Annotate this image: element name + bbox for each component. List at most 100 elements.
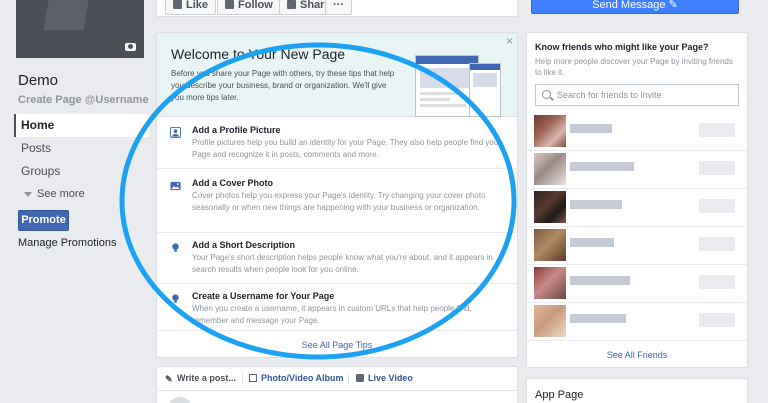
send-message-button[interactable]: Send Message ✎ — [531, 0, 739, 14]
invite-button[interactable] — [699, 237, 735, 251]
thumbs-up-icon — [173, 0, 182, 9]
manage-promotions-link[interactable]: Manage Promotions — [18, 237, 116, 249]
friend-row[interactable] — [527, 303, 747, 341]
preview-image — [420, 68, 474, 88]
tip-description: Profile pictures help you build an ident… — [192, 138, 501, 159]
friend-name-blurred — [570, 238, 614, 247]
avatar — [167, 397, 193, 403]
tip-description: When you create a username, it appears i… — [192, 304, 472, 325]
nav-item-home[interactable]: Home — [14, 114, 149, 137]
like-label: Like — [186, 0, 209, 11]
lightbulb-icon — [172, 243, 179, 252]
friend-row[interactable] — [527, 227, 747, 265]
share-arrow-icon — [287, 0, 296, 9]
friend-name-blurred — [570, 124, 612, 133]
nav-see-more[interactable]: See more — [14, 183, 149, 206]
page-preview-illustration — [407, 43, 517, 117]
write-post-label: Write a post... — [177, 373, 236, 383]
friend-name-blurred — [570, 200, 622, 209]
post-composer: ✎ Write a post... Photo/Video Album Live … — [156, 366, 518, 403]
invite-button[interactable] — [699, 123, 735, 137]
video-camera-icon — [356, 374, 364, 382]
promote-button[interactable]: Promote — [18, 210, 69, 231]
cover-photo-icon — [170, 181, 181, 191]
app-page-card: App Page — [526, 378, 748, 403]
friend-row[interactable] — [527, 113, 747, 151]
follow-button[interactable]: Follow — [217, 0, 281, 15]
tip-description: Your Page's short description helps peop… — [192, 253, 493, 274]
tip-title: Add a Short Description — [192, 240, 296, 250]
friend-name-blurred — [570, 162, 634, 171]
invite-button[interactable] — [699, 275, 735, 289]
welcome-description: Before you share your Page with others, … — [171, 69, 395, 102]
page-title: Demo — [18, 72, 59, 89]
invite-button[interactable] — [699, 161, 735, 175]
friend-search[interactable] — [535, 84, 739, 106]
see-all-friends-link[interactable]: See All Friends — [527, 350, 747, 360]
friend-avatar — [534, 191, 566, 223]
see-more-label: See more — [37, 188, 85, 200]
mobile-preview — [469, 63, 501, 117]
tip-description: Cover photos help you express your Page'… — [192, 191, 486, 212]
tip-title: Add a Cover Photo — [192, 178, 274, 188]
tip-create-username[interactable]: Create a Username for Your Page When you… — [157, 291, 517, 331]
friend-avatar — [534, 229, 566, 261]
photo-icon — [249, 374, 257, 382]
friend-row[interactable] — [527, 265, 747, 303]
photo-video-album-tab[interactable]: Photo/Video Album — [249, 373, 344, 383]
friend-avatar — [534, 305, 566, 337]
more-options-button[interactable]: ··· — [325, 0, 352, 15]
preview-bar — [470, 64, 500, 70]
welcome-title: Welcome to Your New Page — [171, 46, 346, 62]
tip-cover-photo[interactable]: Add a Cover Photo Cover photos help you … — [157, 178, 517, 233]
rss-icon — [225, 0, 234, 9]
friend-row[interactable] — [527, 151, 747, 189]
invite-friends-title: Know friends who might like your Page? — [535, 42, 709, 52]
page-action-bar: Like Follow Share ··· — [156, 0, 518, 17]
tip-title: Create a Username for Your Page — [192, 291, 335, 301]
friend-search-input[interactable] — [557, 88, 733, 102]
nav-item-groups[interactable]: Groups — [14, 160, 149, 183]
see-all-page-tips-link[interactable]: See All Page Tips — [157, 340, 517, 350]
friend-avatar — [534, 267, 566, 299]
live-video-label: Live Video — [368, 373, 413, 383]
invite-friends-card: Know friends who might like your Page? H… — [526, 32, 748, 368]
write-post-tab[interactable]: ✎ Write a post... — [165, 373, 236, 384]
app-page-title: App Page — [535, 389, 584, 401]
photo-video-label: Photo/Video Album — [261, 373, 344, 383]
friend-name-blurred — [570, 314, 626, 323]
profile-picture-icon — [170, 127, 181, 138]
welcome-header: Welcome to Your New Page Before you shar… — [157, 33, 517, 117]
divider — [242, 374, 243, 384]
friend-name-blurred — [570, 276, 630, 285]
page-nav: Home Posts Groups See more — [14, 114, 149, 206]
preview-image — [473, 73, 497, 87]
friend-row[interactable] — [527, 189, 747, 227]
tip-profile-picture[interactable]: Add a Profile Picture Profile pictures h… — [157, 125, 517, 169]
friend-avatar — [534, 153, 566, 185]
invite-friends-description: Help more people discover your Page by i… — [535, 57, 733, 77]
preview-line — [420, 104, 466, 107]
composer-tabs: ✎ Write a post... Photo/Video Album Live … — [157, 367, 517, 391]
tip-title: Add a Profile Picture — [192, 125, 281, 135]
pencil-icon: ✎ — [668, 0, 678, 11]
pencil-icon: ✎ — [165, 374, 173, 384]
preview-line — [420, 98, 450, 101]
camera-icon[interactable] — [125, 43, 136, 51]
page-profile-image[interactable] — [16, 0, 144, 58]
send-message-label: Send Message — [592, 0, 666, 11]
like-button[interactable]: Like — [165, 0, 217, 15]
tip-short-description[interactable]: Add a Short Description Your Page's shor… — [157, 240, 517, 284]
live-video-tab[interactable]: Live Video — [356, 373, 413, 383]
close-icon[interactable]: × — [506, 34, 513, 48]
nav-item-posts[interactable]: Posts — [14, 137, 149, 160]
divider — [348, 374, 349, 384]
invite-button[interactable] — [699, 199, 735, 213]
chevron-down-icon — [24, 191, 32, 197]
create-username-link[interactable]: Create Page @Username — [18, 94, 149, 106]
welcome-card: Welcome to Your New Page Before you shar… — [156, 32, 518, 358]
friend-avatar — [534, 115, 566, 147]
invite-button[interactable] — [699, 313, 735, 327]
follow-label: Follow — [238, 0, 273, 11]
flag-graphic — [43, 0, 89, 30]
